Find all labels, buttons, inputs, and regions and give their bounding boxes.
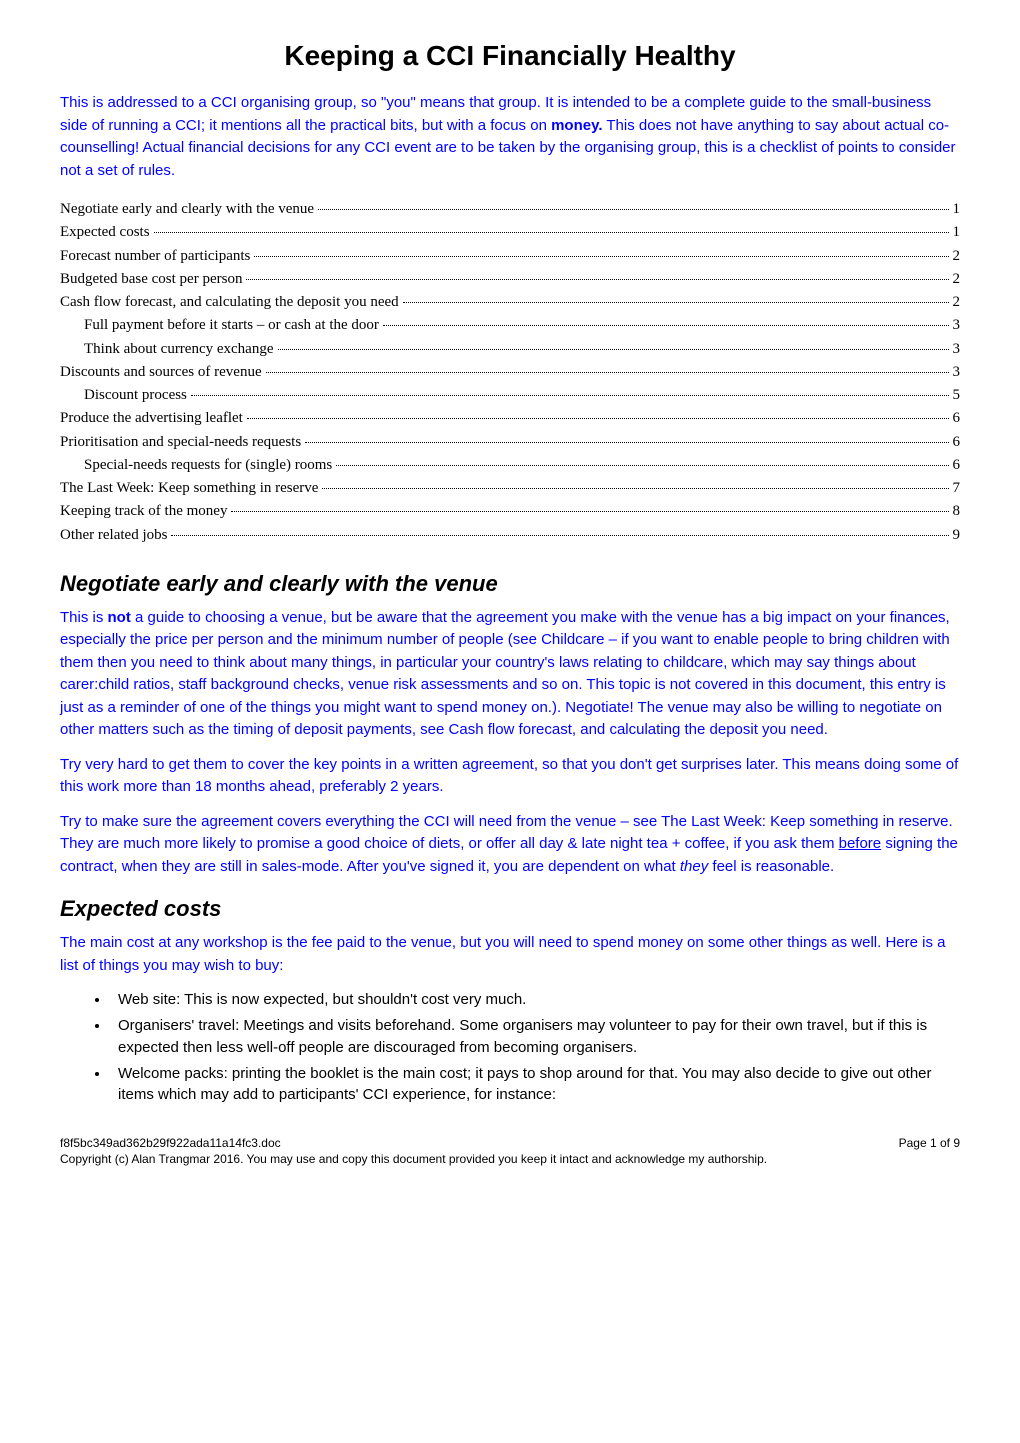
intro-bold: money. <box>551 117 602 134</box>
toc-item[interactable]: Prioritisation and special-needs request… <box>60 431 960 454</box>
footer-filename: f8f5bc349ad362b29f922ada11a14fc3.doc <box>60 1136 281 1150</box>
toc-label: Cash flow forecast, and calculating the … <box>60 291 399 314</box>
toc-dots <box>254 256 948 257</box>
bullet-item: Welcome packs: printing the booklet is t… <box>110 1063 960 1107</box>
toc-item[interactable]: Discounts and sources of revenue 3 <box>60 361 960 384</box>
toc-page: 7 <box>953 477 961 500</box>
toc-item[interactable]: Think about currency exchange 3 <box>60 338 960 361</box>
toc-item[interactable]: Negotiate early and clearly with the ven… <box>60 198 960 221</box>
toc-page: 1 <box>953 198 961 221</box>
toc-dots <box>336 465 948 466</box>
toc-page: 8 <box>953 500 961 523</box>
toc-label: Keeping track of the money <box>60 500 227 523</box>
toc-dots <box>191 395 949 396</box>
bullet-item: Organisers' travel: Meetings and visits … <box>110 1015 960 1059</box>
p3-part1: Try to make sure the agreement covers ev… <box>60 813 953 853</box>
toc-label: Produce the advertising leaflet <box>60 407 243 430</box>
toc-item[interactable]: Special-needs requests for (single) room… <box>60 454 960 477</box>
table-of-contents: Negotiate early and clearly with the ven… <box>60 198 960 547</box>
toc-dots <box>247 418 949 419</box>
toc-page: 6 <box>953 454 961 477</box>
footer-copyright: Copyright (c) Alan Trangmar 2016. You ma… <box>60 1152 960 1166</box>
p1-text-after-bold: a guide to choosing a venue, but be awar… <box>60 609 950 739</box>
toc-label: Full payment before it starts – or cash … <box>84 314 379 337</box>
toc-item[interactable]: The Last Week: Keep something in reserve… <box>60 477 960 500</box>
toc-page: 3 <box>953 314 961 337</box>
toc-item[interactable]: Budgeted base cost per person 2 <box>60 268 960 291</box>
toc-dots <box>266 372 949 373</box>
toc-page: 3 <box>953 338 961 361</box>
p1-bold: not <box>108 609 131 626</box>
p3-italic: they <box>680 858 708 875</box>
toc-page: 6 <box>953 407 961 430</box>
toc-label: Discount process <box>84 384 187 407</box>
toc-page: 2 <box>953 291 961 314</box>
toc-page: 9 <box>953 524 961 547</box>
toc-page: 6 <box>953 431 961 454</box>
document-title: Keeping a CCI Financially Healthy <box>60 40 960 72</box>
toc-page: 2 <box>953 268 961 291</box>
toc-label: Think about currency exchange <box>84 338 274 361</box>
toc-label: Budgeted base cost per person <box>60 268 242 291</box>
toc-item[interactable]: Full payment before it starts – or cash … <box>60 314 960 337</box>
p1-text-before-bold: This is <box>60 609 108 626</box>
toc-label: Prioritisation and special-needs request… <box>60 431 301 454</box>
toc-item[interactable]: Forecast number of participants 2 <box>60 245 960 268</box>
toc-label: Other related jobs <box>60 524 167 547</box>
toc-dots <box>246 279 948 280</box>
toc-dots <box>154 232 949 233</box>
toc-label: Negotiate early and clearly with the ven… <box>60 198 314 221</box>
toc-dots <box>305 442 948 443</box>
toc-dots <box>171 535 948 536</box>
intro-paragraph: This is addressed to a CCI organising gr… <box>60 92 960 182</box>
toc-item[interactable]: Produce the advertising leaflet 6 <box>60 407 960 430</box>
toc-dots <box>383 325 949 326</box>
toc-page: 3 <box>953 361 961 384</box>
toc-dots <box>278 349 949 350</box>
toc-page: 2 <box>953 245 961 268</box>
section-heading-expected-costs: Expected costs <box>60 896 960 922</box>
toc-label: Special-needs requests for (single) room… <box>84 454 332 477</box>
toc-dots <box>322 488 948 489</box>
toc-label: Forecast number of participants <box>60 245 250 268</box>
toc-label: The Last Week: Keep something in reserve <box>60 477 318 500</box>
toc-dots <box>318 209 948 210</box>
toc-item[interactable]: Discount process 5 <box>60 384 960 407</box>
footer-page: Page 1 of 9 <box>899 1136 960 1150</box>
toc-page: 5 <box>953 384 961 407</box>
section-heading-negotiate: Negotiate early and clearly with the ven… <box>60 571 960 597</box>
p3-part3: feel is reasonable. <box>708 858 834 875</box>
toc-item[interactable]: Cash flow forecast, and calculating the … <box>60 291 960 314</box>
section1-p1: This is not a guide to choosing a venue,… <box>60 607 960 742</box>
toc-page: 1 <box>953 221 961 244</box>
section1-p2: Try very hard to get them to cover the k… <box>60 754 960 799</box>
bullet-item: Web site: This is now expected, but shou… <box>110 989 960 1011</box>
p3-underlined: before <box>839 835 882 852</box>
section2-p1: The main cost at any workshop is the fee… <box>60 932 960 977</box>
toc-item[interactable]: Expected costs 1 <box>60 221 960 244</box>
expected-costs-bullets: Web site: This is now expected, but shou… <box>110 989 960 1106</box>
toc-dots <box>403 302 949 303</box>
toc-item[interactable]: Other related jobs 9 <box>60 524 960 547</box>
toc-item[interactable]: Keeping track of the money 8 <box>60 500 960 523</box>
toc-label: Expected costs <box>60 221 150 244</box>
section1-p3: Try to make sure the agreement covers ev… <box>60 811 960 879</box>
toc-label: Discounts and sources of revenue <box>60 361 262 384</box>
toc-dots <box>231 511 948 512</box>
footer: f8f5bc349ad362b29f922ada11a14fc3.doc Pag… <box>60 1136 960 1150</box>
